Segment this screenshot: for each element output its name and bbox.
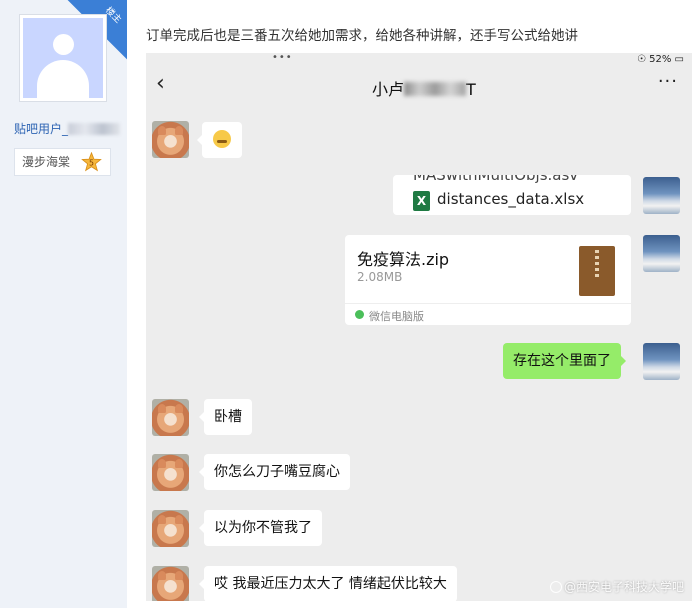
username-prefix: 贴吧用户_	[14, 122, 69, 136]
file-card-zip[interactable]: 免疫算法.zip 2.08MB 微信电脑版	[345, 235, 631, 325]
contact-avatar[interactable]	[152, 121, 189, 158]
watermark-text: @西安电子科技大学吧	[563, 580, 684, 594]
contact-avatar[interactable]	[152, 399, 189, 436]
back-icon[interactable]: ‹	[156, 71, 165, 96]
file-source-footer: 微信电脑版	[345, 303, 631, 325]
level-star-icon: 5	[81, 152, 102, 172]
status-dots: •••	[272, 53, 293, 63]
watermark: @西安电子科技大学吧	[549, 578, 684, 595]
chat-title-suffix: T	[466, 80, 476, 99]
username-link[interactable]: 贴吧用户_	[14, 120, 121, 137]
more-icon[interactable]: ···	[658, 71, 678, 92]
message-bubble-emoji	[197, 122, 242, 158]
my-avatar[interactable]	[643, 343, 680, 380]
chat-header: ‹ 小卢 T ···	[146, 67, 692, 107]
chat-title: 小卢 T	[372, 76, 476, 100]
file-cut-name: MASwithMultiObjs.asv	[413, 175, 579, 184]
username-redacted	[68, 123, 121, 135]
file-name: distances_data.xlsx	[437, 190, 585, 208]
contact-avatar[interactable]	[152, 454, 189, 491]
my-avatar[interactable]	[643, 177, 680, 214]
chat-title-name: 小卢	[372, 80, 405, 99]
contact-avatar[interactable]	[152, 566, 189, 601]
badge-label: 漫步海棠	[22, 155, 71, 169]
chat-title-redacted	[404, 82, 467, 96]
message-bubble-contact: 你怎么刀子嘴豆腐心	[199, 454, 350, 490]
file-source-label: 微信电脑版	[369, 310, 424, 323]
status-bar: ••• ☉ 52% ▭	[146, 53, 692, 67]
avatar[interactable]	[19, 14, 107, 102]
message-bubble-me: 存在这个里面了	[503, 343, 626, 379]
message-bubble-contact: 以为你不管我了	[199, 510, 322, 546]
my-avatar[interactable]	[643, 235, 680, 272]
forum-level-badge[interactable]: 漫步海棠 5	[14, 148, 111, 176]
level-number: 5	[89, 159, 94, 168]
status-right: ☉ 52% ▭	[637, 54, 684, 65]
laughing-emoji-icon	[213, 130, 231, 148]
post-text: 订单完成后也是三番五次给她加需求，给她各种讲解，还手写公式给她讲	[146, 28, 578, 44]
file-card-xlsx[interactable]: MASwithMultiObjs.asv X distances_data.xl…	[393, 175, 631, 215]
zip-file-size: 2.08MB	[357, 270, 403, 284]
message-bubble-contact: 哎 我最近压力太大了 情绪起伏比较大	[199, 566, 457, 601]
weibo-icon	[549, 581, 562, 593]
wechat-icon	[355, 310, 364, 319]
author-sidebar: 楼主 贴吧用户_ 漫步海棠 5	[0, 0, 127, 608]
chat-screenshot: ••• ☉ 52% ▭ ‹ 小卢 T ··· MASwithMultiObjs.a…	[146, 53, 692, 601]
contact-avatar[interactable]	[152, 510, 189, 547]
default-avatar-icon	[23, 18, 103, 98]
zip-file-name: 免疫算法.zip	[357, 250, 450, 269]
zip-archive-icon	[579, 246, 615, 296]
excel-file-icon: X	[413, 191, 430, 211]
message-bubble-contact: 卧槽	[199, 399, 252, 435]
